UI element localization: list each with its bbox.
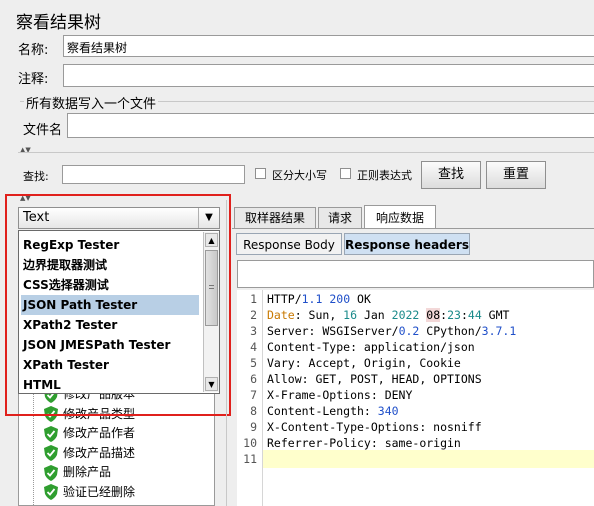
code-line: Vary: Accept, Origin, Cookie (267, 356, 461, 370)
highlight-box (5, 194, 231, 416)
comment-field[interactable] (63, 64, 594, 87)
panel-title: 察看结果树 (16, 13, 101, 33)
code-line: Allow: GET, POST, HEAD, OPTIONS (267, 372, 482, 386)
code-line: Date: Sun, 16 Jan 2022 08:23:44 GMT (267, 308, 510, 322)
code-line: Content-Type: application/json (267, 340, 475, 354)
code-line: Content-Length: 340 (267, 404, 399, 418)
line-number: 9 (250, 420, 257, 434)
tree-item[interactable]: 修改产品作者 (44, 424, 135, 443)
regex-label: 正则表达式 (357, 169, 412, 182)
response-tab[interactable]: Response Body (236, 233, 342, 255)
name-field[interactable]: 察看结果树 (63, 35, 594, 57)
tree-item-label: 删除产品 (63, 465, 112, 479)
name-label: 名称: (18, 43, 49, 58)
vertical-splitter[interactable] (226, 200, 227, 506)
result-tab[interactable]: 响应数据 (364, 205, 436, 229)
success-check-icon (44, 484, 58, 500)
case-sensitive-checkbox[interactable] (255, 168, 266, 179)
code-line: X-Frame-Options: DENY (267, 388, 413, 402)
line-number: 7 (250, 388, 257, 402)
response-filter-input[interactable] (237, 260, 594, 288)
line-number: 4 (250, 340, 257, 354)
code-line: X-Content-Type-Options: nosniff (267, 420, 482, 434)
line-number: 11 (243, 452, 257, 466)
result-tabs-baseline (232, 228, 594, 229)
tree-item-label: 修改产品作者 (63, 426, 136, 440)
filename-field[interactable] (67, 113, 594, 138)
line-number: 5 (250, 356, 257, 370)
reset-button[interactable]: 重置 (486, 161, 546, 189)
tree-item[interactable]: 验证已经删除 (44, 483, 135, 502)
line-number: 6 (250, 372, 257, 386)
response-tab[interactable]: Response headers (344, 233, 470, 255)
code-line: Referrer-Policy: same-origin (267, 436, 461, 450)
filename-label: 文件名 (23, 123, 63, 138)
search-label: 查找: (23, 170, 49, 183)
find-button[interactable]: 查找 (421, 161, 481, 189)
tree-item-label: 验证已经删除 (63, 484, 136, 499)
file-group-title: 所有数据写入一个文件 (24, 93, 159, 112)
search-input[interactable] (62, 165, 245, 184)
response-code-view[interactable]: 1 HTTP/1.1 200 OK 2 Date: Sun, 16 Jan 2022 … (237, 290, 594, 506)
comment-label: 注释: (18, 72, 49, 87)
tree-item[interactable]: 修改产品描述 (44, 444, 135, 463)
gutter-divider (262, 290, 263, 506)
result-tab[interactable]: 取样器结果 (234, 207, 316, 228)
line-number: 10 (243, 436, 257, 450)
current-line-highlight (263, 450, 594, 468)
success-check-icon (44, 445, 58, 461)
result-tab[interactable]: 请求 (318, 207, 362, 228)
case-sensitive-label: 区分大小写 (272, 169, 327, 182)
tree-item[interactable]: 删除产品 (44, 463, 111, 482)
success-check-icon (44, 425, 58, 442)
regex-checkbox[interactable] (340, 168, 351, 179)
code-line: Server: WSGIServer/0.2 CPython/3.7.1 (267, 324, 517, 338)
line-number: 3 (250, 324, 257, 338)
splitter-line (18, 152, 594, 153)
code-line: HTTP/1.1 200 OK (267, 292, 371, 306)
success-check-icon (44, 464, 58, 481)
tree-item-label: 修改产品描述 (63, 445, 136, 460)
line-number: 2 (250, 308, 257, 322)
line-number: 8 (250, 404, 257, 418)
line-number: 1 (250, 292, 257, 306)
